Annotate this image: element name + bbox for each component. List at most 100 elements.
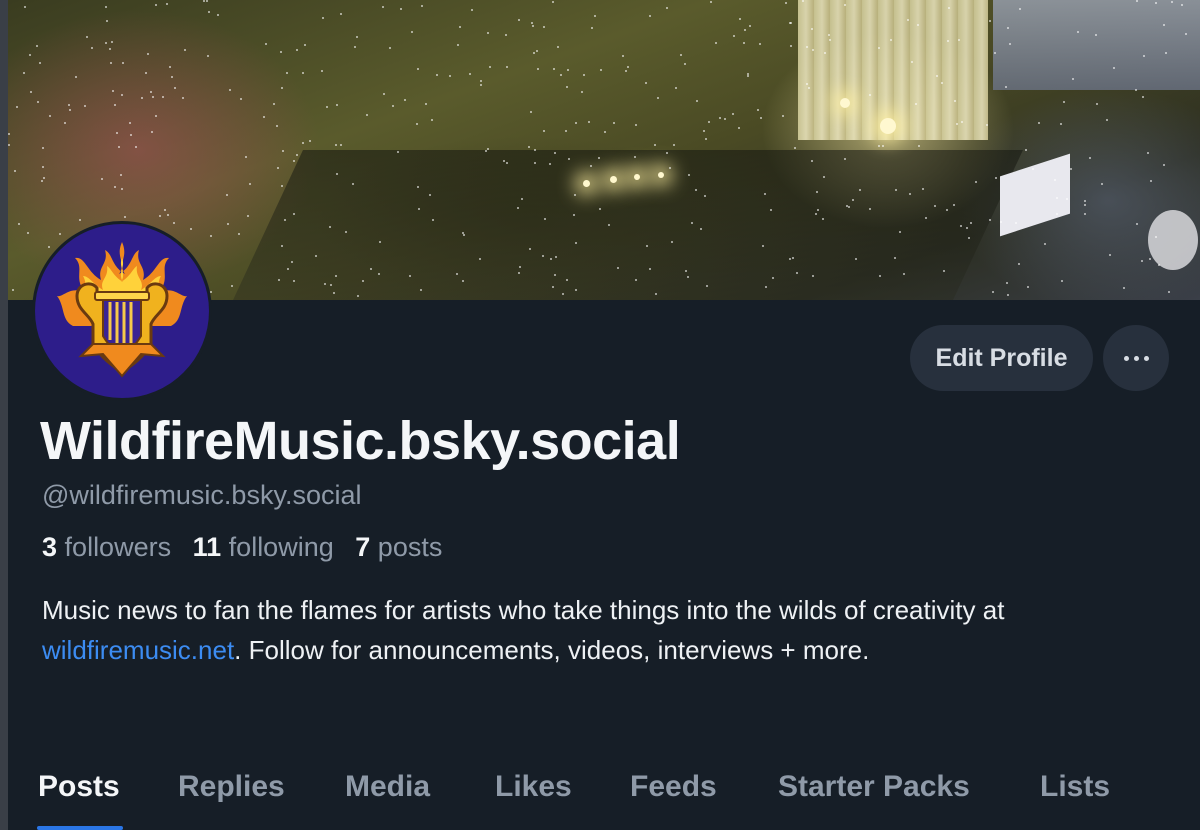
followers-label: followers [64, 532, 172, 562]
confetti-speck [421, 5, 423, 7]
confetti-speck [324, 283, 326, 285]
confetti-speck [537, 68, 539, 70]
confetti-speck [471, 9, 473, 11]
confetti-speck [431, 119, 433, 121]
confetti-speck [844, 4, 846, 6]
tab-replies[interactable]: Replies [178, 770, 285, 804]
confetti-speck [562, 293, 564, 295]
confetti-speck [124, 216, 126, 218]
website-link[interactable]: wildfiremusic.net [42, 635, 234, 665]
confetti-speck [790, 22, 792, 24]
confetti-speck [352, 183, 354, 185]
confetti-speck [1136, 223, 1138, 225]
confetti-speck [956, 123, 958, 125]
confetti-speck [743, 42, 745, 44]
display-name: WildfireMusic.bsky.social [40, 411, 681, 471]
confetti-speck [278, 279, 280, 281]
tab-posts[interactable]: Posts [38, 770, 120, 804]
confetti-speck [543, 130, 545, 132]
confetti-speck [879, 275, 881, 277]
avatar[interactable] [32, 221, 212, 401]
confetti-speck [321, 70, 323, 72]
profile-bio: Music news to fan the flames for artists… [42, 590, 1152, 670]
confetti-speck [417, 186, 419, 188]
confetti-speck [823, 176, 825, 178]
confetti-speck [302, 142, 304, 144]
confetti-speck [1005, 86, 1007, 88]
tab-media[interactable]: Media [345, 770, 430, 804]
confetti-speck [903, 273, 905, 275]
confetti-speck [416, 123, 418, 125]
confetti-speck [943, 270, 945, 272]
confetti-speck [1066, 198, 1068, 200]
confetti-speck [41, 180, 43, 182]
confetti-speck [574, 194, 576, 196]
confetti-speck [1171, 1, 1173, 3]
tab-starter-packs[interactable]: Starter Packs [778, 770, 970, 804]
confetti-speck [789, 258, 791, 260]
confetti-speck [293, 280, 295, 282]
confetti-speck [915, 103, 917, 105]
confetti-speck [362, 280, 364, 282]
following-label: following [228, 532, 334, 562]
confetti-speck [811, 28, 813, 30]
confetti-speck [155, 4, 157, 6]
confetti-speck [383, 93, 385, 95]
confetti-speck [1135, 89, 1137, 91]
confetti-speck [345, 231, 347, 233]
confetti-speck [946, 209, 948, 211]
confetti-speck [869, 208, 871, 210]
confetti-speck [210, 235, 212, 237]
confetti-speck [575, 289, 577, 291]
confetti-speck [1143, 55, 1145, 57]
confetti-speck [646, 245, 648, 247]
following-link[interactable]: 11 following [193, 532, 334, 562]
confetti-speck [291, 261, 293, 263]
confetti-speck [174, 87, 176, 89]
confetti-speck [649, 15, 651, 17]
confetti-speck [521, 198, 523, 200]
confetti-speck [852, 199, 854, 201]
confetti-speck [1181, 4, 1183, 6]
tab-likes[interactable]: Likes [495, 770, 572, 804]
confetti-speck [64, 122, 66, 124]
confetti-speck [594, 15, 596, 17]
confetti-speck [696, 100, 698, 102]
confetti-speck [24, 6, 26, 8]
confetti-speck [554, 152, 556, 154]
confetti-speck [899, 231, 901, 233]
followers-link[interactable]: 3 followers [42, 532, 171, 562]
confetti-speck [112, 90, 114, 92]
tab-feeds[interactable]: Feeds [630, 770, 717, 804]
profile-stats: 3 followers 11 following 7 posts [42, 532, 456, 563]
confetti-speck [960, 225, 962, 227]
confetti-speck [42, 166, 44, 168]
banner-stage-light [610, 176, 617, 183]
tab-lists[interactable]: Lists [1040, 770, 1110, 804]
confetti-speck [625, 70, 627, 72]
confetti-speck [91, 47, 93, 49]
confetti-speck [992, 291, 994, 293]
confetti-speck [281, 245, 283, 247]
confetti-speck [121, 188, 123, 190]
more-options-button[interactable] [1103, 325, 1169, 391]
confetti-speck [411, 31, 413, 33]
confetti-speck [685, 270, 687, 272]
banner-stage-light [634, 174, 640, 180]
confetti-speck [293, 160, 295, 162]
confetti-speck [109, 48, 111, 50]
confetti-speck [8, 133, 10, 135]
confetti-speck [304, 44, 306, 46]
confetti-speck [503, 160, 505, 162]
confetti-speck [276, 125, 278, 127]
confetti-speck [114, 104, 116, 106]
edit-profile-button[interactable]: Edit Profile [910, 325, 1093, 391]
confetti-speck [1096, 103, 1098, 105]
confetti-speck [315, 255, 317, 257]
confetti-speck [459, 26, 461, 28]
confetti-speck [744, 29, 746, 31]
confetti-speck [135, 146, 137, 148]
confetti-speck [759, 43, 761, 45]
confetti-speck [811, 160, 813, 162]
confetti-speck [150, 91, 152, 93]
